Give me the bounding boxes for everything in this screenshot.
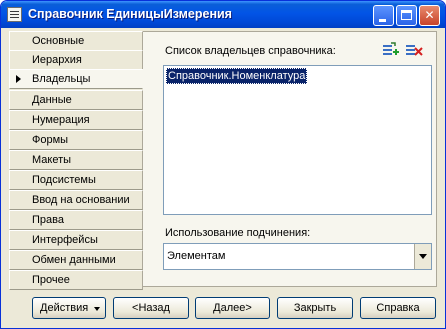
tab-other[interactable]: Прочее (9, 270, 143, 290)
tab-label: Подсистемы (32, 174, 96, 186)
tab-input-based-on[interactable]: Ввод на основании (9, 190, 143, 210)
delete-owner-icon[interactable] (405, 42, 423, 59)
tab-label: Иерархия (32, 54, 82, 66)
chevron-down-icon[interactable] (414, 244, 431, 269)
back-button[interactable]: <Назад (113, 297, 189, 319)
usage-select-value: Элементам (167, 250, 226, 262)
tab-rights[interactable]: Права (9, 210, 143, 230)
tab-label: Обмен данными (32, 254, 116, 266)
dropdown-arrow-icon (94, 307, 100, 311)
tab-label: Права (32, 214, 64, 226)
tab-list: Основные Иерархия Владельцы Данные Нумер… (9, 31, 143, 290)
tab-subsystems[interactable]: Подсистемы (9, 170, 143, 190)
window-title: Справочник ЕдиницыИзмерения (28, 7, 232, 21)
usage-select[interactable]: Элементам (163, 243, 432, 270)
tab-interfaces[interactable]: Интерфейсы (9, 230, 143, 250)
tab-label: Основные (32, 35, 85, 47)
maximize-icon (401, 10, 412, 20)
tab-label: Данные (32, 94, 72, 106)
tab-label: Нумерация (32, 114, 90, 126)
actions-button-label: Действия (40, 302, 89, 314)
maximize-button[interactable] (396, 5, 417, 26)
tab-label: Формы (32, 134, 69, 146)
tab-label: Интерфейсы (32, 234, 98, 246)
add-owner-icon[interactable] (382, 42, 400, 59)
tab-hierarchy[interactable]: Иерархия (9, 50, 143, 70)
dialog-window: Справочник ЕдиницыИзмерения ✕ Основные И… (0, 0, 446, 329)
minimize-icon (379, 19, 386, 22)
tab-label: Прочее (32, 274, 70, 286)
tab-owners[interactable]: Владельцы (9, 69, 143, 89)
tab-main[interactable]: Основные (9, 31, 143, 51)
active-tab-marker-icon (16, 75, 21, 83)
close-icon: ✕ (424, 8, 435, 22)
tab-forms[interactable]: Формы (9, 130, 143, 150)
tab-label: Владельцы (32, 73, 91, 85)
minimize-button[interactable] (373, 5, 394, 26)
close-button[interactable]: Закрыть (277, 297, 353, 319)
tab-numbering[interactable]: Нумерация (9, 110, 143, 130)
tab-templates[interactable]: Макеты (9, 150, 143, 170)
help-button[interactable]: Справка (360, 297, 436, 319)
owners-list[interactable]: Справочник.Номенклатура (163, 65, 432, 215)
close-window-button[interactable]: ✕ (419, 5, 440, 26)
next-button[interactable]: Далее> (195, 297, 270, 319)
usage-label: Использование подчинения: (165, 227, 311, 239)
list-item[interactable]: Справочник.Номенклатура (166, 68, 308, 84)
tab-label: Макеты (32, 154, 72, 166)
title-bar[interactable]: Справочник ЕдиницыИзмерения ✕ (1, 1, 445, 28)
window-icon (7, 7, 22, 22)
actions-button[interactable]: Действия (32, 297, 106, 319)
owners-list-label: Список владельцев справочника: (165, 45, 336, 57)
tab-data-exchange[interactable]: Обмен данными (9, 250, 143, 270)
owners-panel: Список владельцев справочника: Справочни… (143, 31, 437, 287)
tab-label: Ввод на основании (32, 194, 130, 206)
tab-data[interactable]: Данные (9, 90, 143, 110)
